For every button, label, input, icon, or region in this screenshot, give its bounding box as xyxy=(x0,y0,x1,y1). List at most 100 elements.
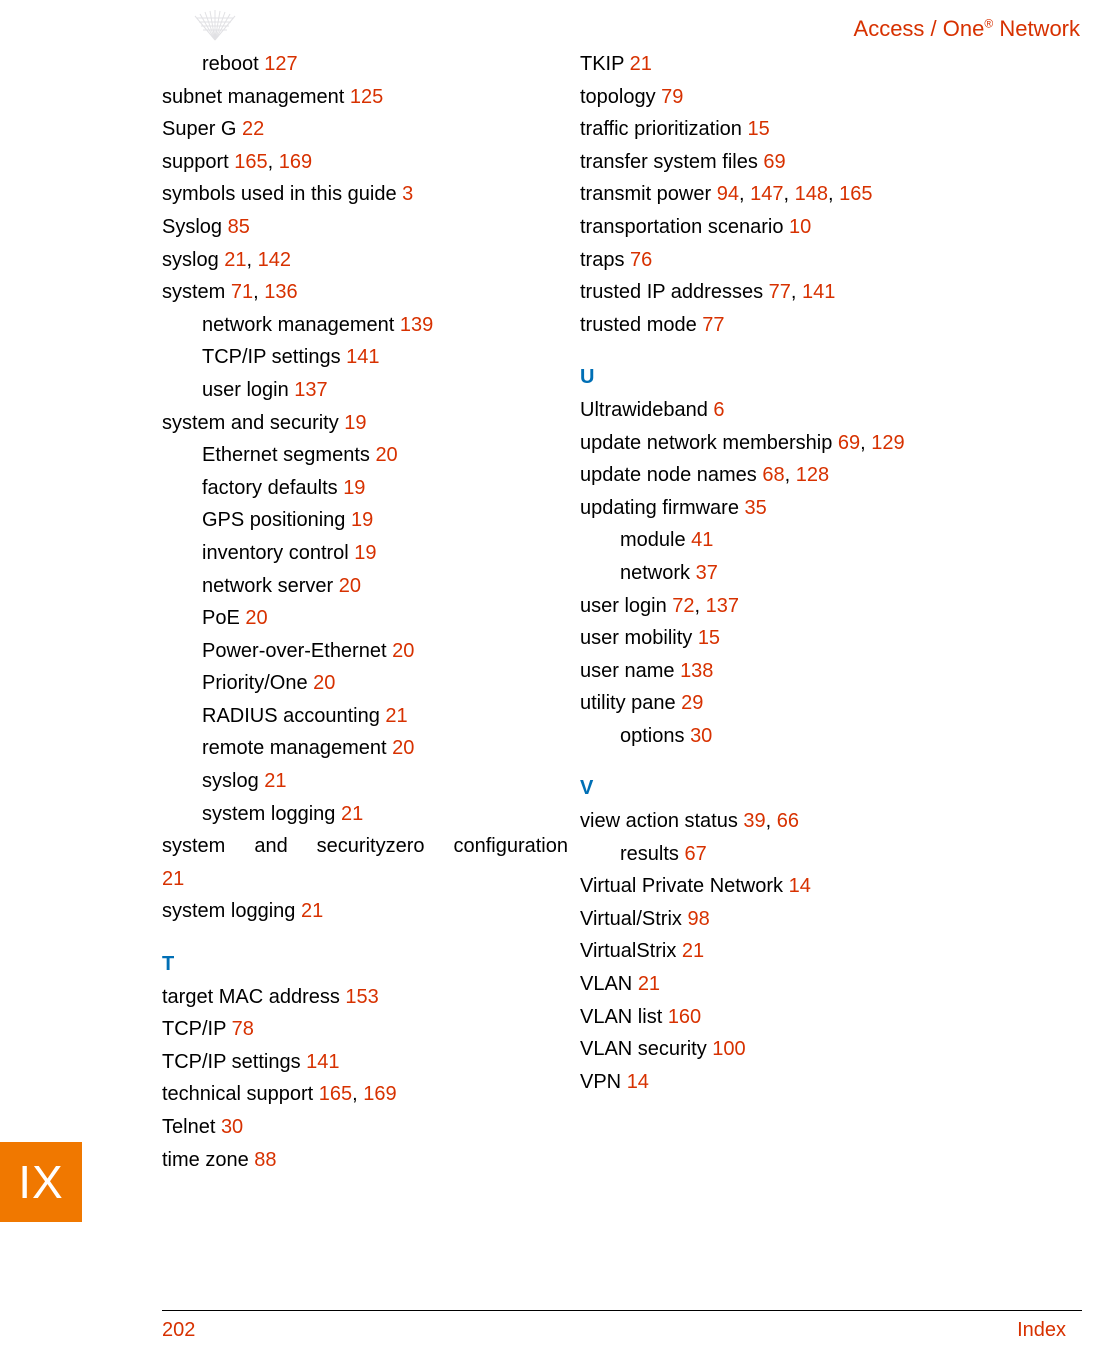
page-reference[interactable]: 141 xyxy=(306,1051,339,1073)
index-term: update node names xyxy=(580,464,762,486)
page-reference[interactable]: 153 xyxy=(345,986,378,1008)
page-reference[interactable]: 21 xyxy=(682,940,704,962)
index-entry: symbols used in this guide 3 xyxy=(162,178,580,211)
page-reference[interactable]: 79 xyxy=(661,86,683,108)
page-reference[interactable]: 85 xyxy=(228,216,250,238)
ref-separator: , xyxy=(268,151,279,173)
index-term: Virtual Private Network xyxy=(580,875,789,897)
page-reference[interactable]: 77 xyxy=(769,281,791,303)
page-reference[interactable]: 165 xyxy=(839,183,872,205)
page-reference[interactable]: 20 xyxy=(392,737,414,759)
index-entry: TCP/IP settings 141 xyxy=(162,1046,580,1079)
page-reference[interactable]: 141 xyxy=(802,281,835,303)
index-term: support xyxy=(162,151,234,173)
index-term: TKIP xyxy=(580,53,630,75)
page-reference[interactable]: 137 xyxy=(706,595,739,617)
index-term: topology xyxy=(580,86,661,108)
page-reference[interactable]: 3 xyxy=(402,183,413,205)
page-reference[interactable]: 37 xyxy=(696,562,718,584)
page-reference[interactable]: 67 xyxy=(684,843,706,865)
page-reference[interactable]: 20 xyxy=(392,640,414,662)
page-reference[interactable]: 147 xyxy=(750,183,783,205)
page-reference[interactable]: 39 xyxy=(743,810,765,832)
page-reference[interactable]: 14 xyxy=(627,1071,649,1093)
page-header: Access / One® Network xyxy=(0,0,1096,48)
page-reference[interactable]: 14 xyxy=(789,875,811,897)
page-reference[interactable]: 98 xyxy=(687,908,709,930)
page-reference[interactable]: 15 xyxy=(698,627,720,649)
page-reference[interactable]: 41 xyxy=(691,529,713,551)
page-reference[interactable]: 21 xyxy=(630,53,652,75)
page-reference[interactable]: 6 xyxy=(713,399,724,421)
page-reference[interactable]: 169 xyxy=(279,151,312,173)
index-subentry: Ethernet segments 20 xyxy=(162,439,580,472)
page-reference[interactable]: 100 xyxy=(712,1038,745,1060)
index-term: results xyxy=(620,843,684,865)
page-reference[interactable]: 129 xyxy=(871,432,904,454)
index-entry: Telnet 30 xyxy=(162,1111,580,1144)
page-reference[interactable]: 21 xyxy=(224,249,246,271)
index-term: reboot xyxy=(202,53,264,75)
page-reference[interactable]: 77 xyxy=(702,314,724,336)
index-entry: Syslog 85 xyxy=(162,211,580,244)
page-reference[interactable]: 165 xyxy=(234,151,267,173)
page-reference[interactable]: 21 xyxy=(638,973,660,995)
index-term: update network membership xyxy=(580,432,838,454)
index-term: Telnet xyxy=(162,1116,221,1138)
page-reference[interactable]: 21 xyxy=(341,803,363,825)
index-subentry: RADIUS accounting 21 xyxy=(162,700,580,733)
page-reference[interactable]: 139 xyxy=(400,314,433,336)
page-reference[interactable]: 136 xyxy=(264,281,297,303)
page-reference[interactable]: 19 xyxy=(344,412,366,434)
page-reference[interactable]: 169 xyxy=(363,1083,396,1105)
page-reference[interactable]: 20 xyxy=(245,607,267,629)
page-reference[interactable]: 20 xyxy=(375,444,397,466)
index-term: PoE xyxy=(202,607,245,629)
page-reference[interactable]: 15 xyxy=(747,118,769,140)
page-reference[interactable]: 165 xyxy=(319,1083,352,1105)
page-reference[interactable]: 19 xyxy=(354,542,376,564)
page-reference[interactable]: 20 xyxy=(313,672,335,694)
page-reference[interactable]: 29 xyxy=(681,692,703,714)
index-term: updating firmware xyxy=(580,497,745,519)
page-reference[interactable]: 148 xyxy=(795,183,828,205)
page-reference[interactable]: 141 xyxy=(346,346,379,368)
page-reference[interactable]: 68 xyxy=(762,464,784,486)
page-reference[interactable]: 69 xyxy=(763,151,785,173)
page-reference[interactable]: 88 xyxy=(254,1149,276,1171)
page-reference[interactable]: 19 xyxy=(351,509,373,531)
page-reference[interactable]: 19 xyxy=(343,477,365,499)
page-reference[interactable]: 137 xyxy=(294,379,327,401)
page-reference[interactable]: 142 xyxy=(258,249,291,271)
page-reference[interactable]: 127 xyxy=(264,53,297,75)
page-reference[interactable]: 78 xyxy=(232,1018,254,1040)
index-subentry: TCP/IP settings 141 xyxy=(162,341,580,374)
index-term: user name xyxy=(580,660,680,682)
page-reference[interactable]: 21 xyxy=(162,868,184,890)
page-reference[interactable]: 22 xyxy=(242,118,264,140)
page-reference[interactable]: 76 xyxy=(630,249,652,271)
page-reference[interactable]: 66 xyxy=(777,810,799,832)
page-reference[interactable]: 35 xyxy=(745,497,767,519)
page-reference[interactable]: 125 xyxy=(350,86,383,108)
page-reference[interactable]: 128 xyxy=(796,464,829,486)
index-term: user login xyxy=(202,379,294,401)
page-reference[interactable]: 71 xyxy=(231,281,253,303)
page-reference[interactable]: 69 xyxy=(838,432,860,454)
index-term: VirtualStrix xyxy=(580,940,682,962)
index-term: view action status xyxy=(580,810,743,832)
page-reference[interactable]: 138 xyxy=(680,660,713,682)
page-reference[interactable]: 72 xyxy=(672,595,694,617)
index-term: user login xyxy=(580,595,672,617)
page-reference[interactable]: 21 xyxy=(301,900,323,922)
page-reference[interactable]: 21 xyxy=(264,770,286,792)
page-reference[interactable]: 30 xyxy=(690,725,712,747)
index-term: VLAN security xyxy=(580,1038,712,1060)
page-reference[interactable]: 21 xyxy=(385,705,407,727)
page-reference[interactable]: 20 xyxy=(339,575,361,597)
page-reference[interactable]: 10 xyxy=(789,216,811,238)
index-term: remote management xyxy=(202,737,392,759)
page-reference[interactable]: 30 xyxy=(221,1116,243,1138)
page-reference[interactable]: 94 xyxy=(717,183,739,205)
page-reference[interactable]: 160 xyxy=(668,1006,701,1028)
